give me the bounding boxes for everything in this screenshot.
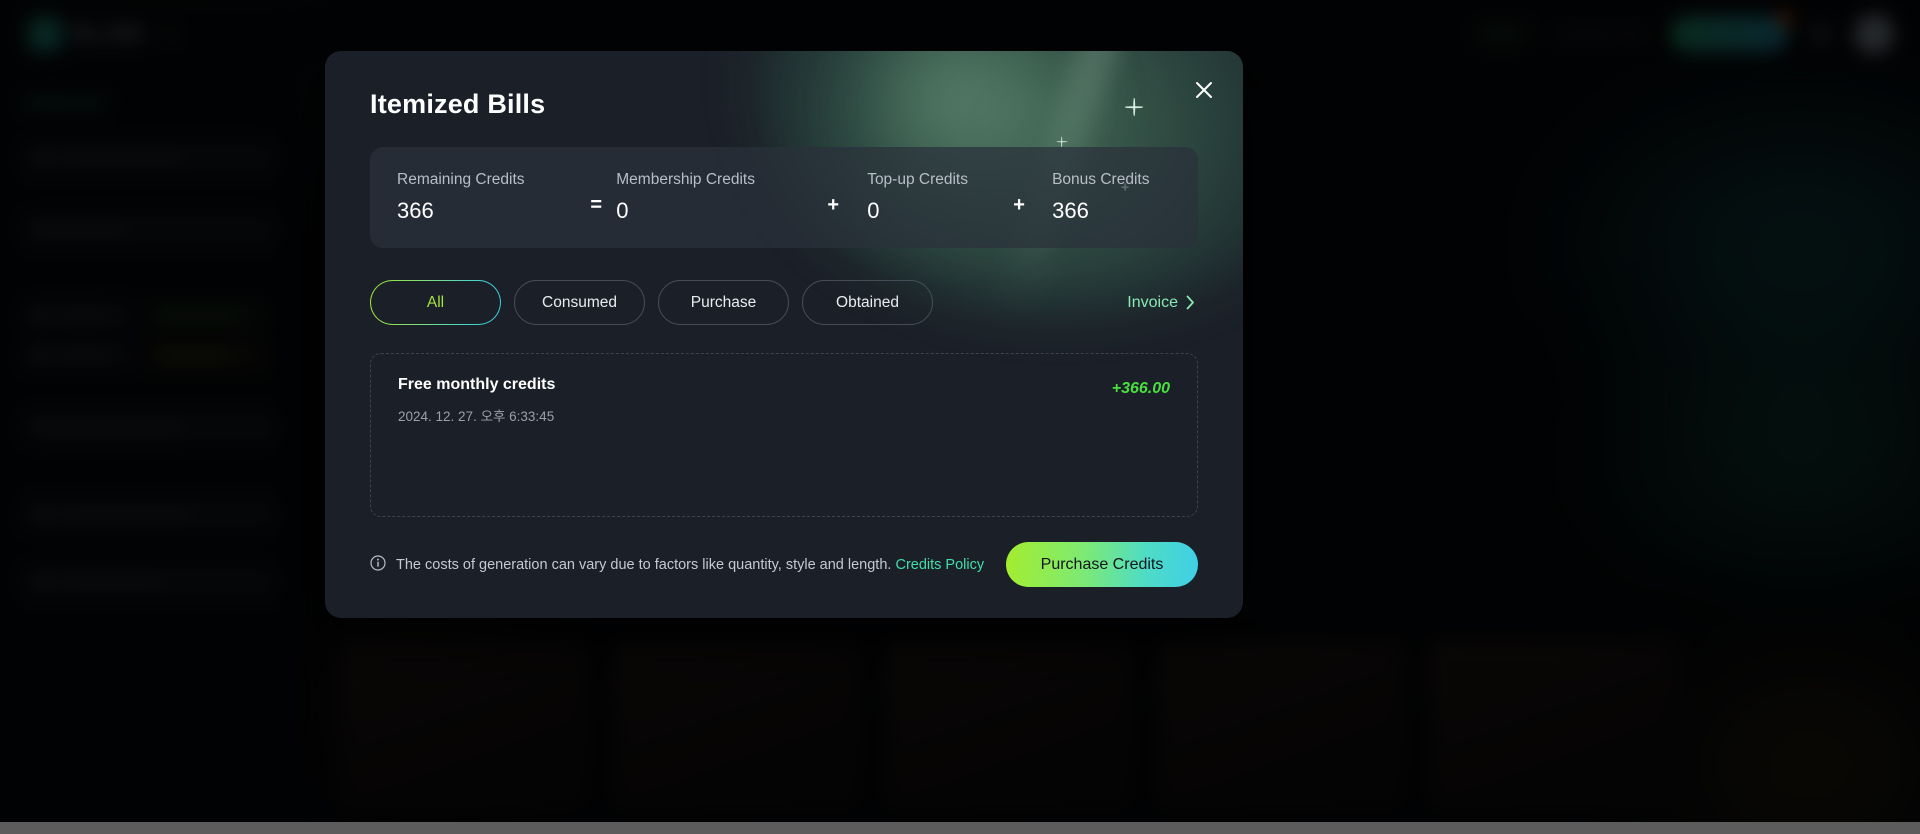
- credit-block-bonus: Bonus Credits 366: [1052, 171, 1171, 224]
- credit-block-topup: Top-up Credits 0: [867, 171, 986, 224]
- credit-label: Top-up Credits: [867, 171, 968, 188]
- transaction-date: 2024. 12. 27. 오후 6:33:45: [398, 409, 555, 424]
- transaction-row: Free monthly credits 2024. 12. 27. 오후 6:…: [398, 376, 1170, 425]
- modal-footer: The costs of generation can vary due to …: [325, 517, 1243, 587]
- transactions-list: Free monthly credits 2024. 12. 27. 오후 6:…: [370, 353, 1198, 517]
- info-circle-icon: [370, 555, 386, 571]
- credit-label: Bonus Credits: [1052, 171, 1150, 188]
- tab-purchase[interactable]: Purchase: [658, 280, 789, 325]
- transaction-amount: +366.00: [1111, 380, 1170, 397]
- chevron-right-icon: [1186, 295, 1194, 310]
- credits-summary-card: Remaining Credits 366 = Membership Credi…: [370, 147, 1198, 248]
- itemized-bills-modal: Itemized Bills Remaining Credits 366 = M…: [325, 51, 1243, 618]
- footer-note-text: The costs of generation can vary due to …: [396, 557, 896, 573]
- page-root: BLIMI AI Beta Upgrade Plan Artbreed: [0, 0, 1920, 834]
- credits-policy-link[interactable]: Credits Policy: [895, 557, 984, 573]
- transaction-info: Free monthly credits 2024. 12. 27. 오후 6:…: [398, 376, 555, 425]
- tab-consumed[interactable]: Consumed: [514, 280, 645, 325]
- footer-note: The costs of generation can vary due to …: [370, 542, 984, 579]
- modal-title: Itemized Bills: [370, 89, 546, 119]
- footer-text-wrap: The costs of generation can vary due to …: [396, 553, 984, 579]
- invoice-link[interactable]: Invoice: [1127, 294, 1198, 312]
- credit-label: Remaining Credits: [397, 171, 525, 188]
- close-button[interactable]: [1189, 75, 1219, 105]
- credit-operator-plus-2: +: [1013, 194, 1025, 216]
- bottom-scrollbar[interactable]: [0, 822, 1920, 834]
- credit-operator-plus-1: +: [827, 194, 840, 216]
- credit-operator-equals: =: [590, 194, 603, 216]
- purchase-credits-button[interactable]: Purchase Credits: [1006, 542, 1198, 587]
- invoice-link-label: Invoice: [1127, 293, 1178, 311]
- close-icon: [1196, 82, 1212, 98]
- transaction-title: Free monthly credits: [398, 376, 556, 393]
- credit-block-remaining: Remaining Credits 366: [397, 171, 576, 224]
- tab-obtained[interactable]: Obtained: [802, 280, 933, 325]
- credit-value: 366: [397, 198, 434, 223]
- credit-value: 0: [867, 198, 880, 223]
- credit-value: 0: [616, 198, 629, 223]
- tab-all[interactable]: All: [370, 280, 501, 325]
- filter-tabs: All Consumed Purchase Obtained Invoice: [370, 280, 1198, 325]
- credit-block-membership: Membership Credits 0: [616, 171, 799, 224]
- credit-label: Membership Credits: [616, 171, 755, 188]
- credit-value: 366: [1052, 198, 1089, 223]
